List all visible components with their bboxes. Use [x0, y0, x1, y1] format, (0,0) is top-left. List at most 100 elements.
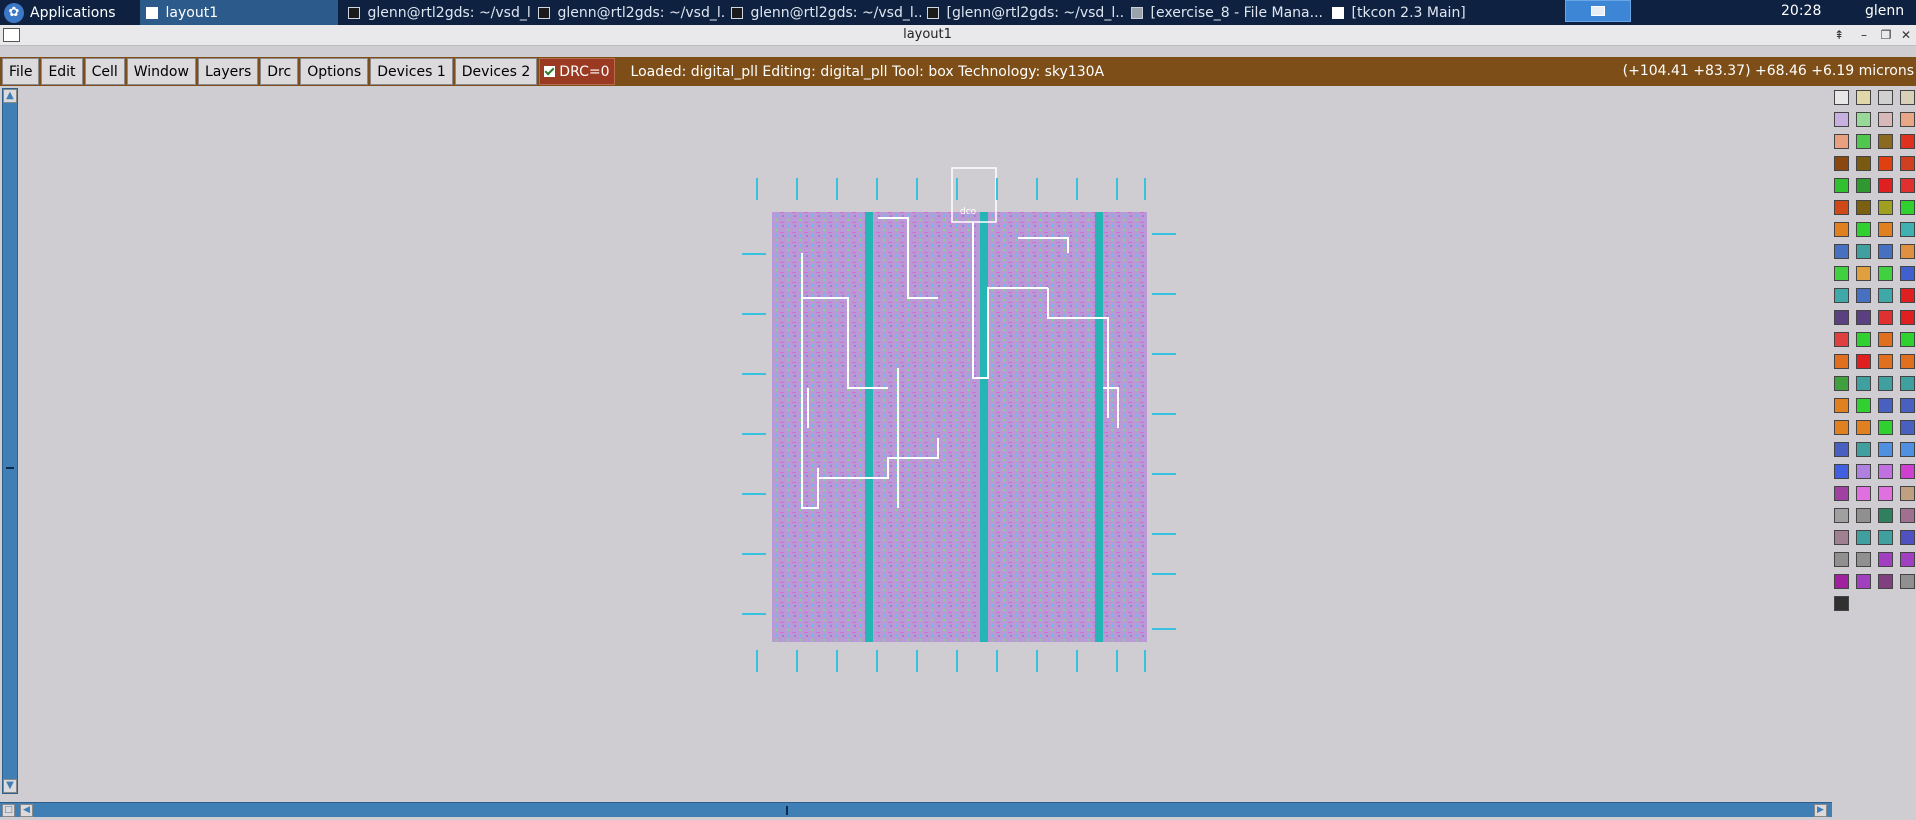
layer-swatch[interactable] [1834, 530, 1849, 545]
scroll-left-icon[interactable]: ◀ [20, 804, 33, 817]
layer-swatch[interactable] [1900, 398, 1915, 413]
layer-swatch[interactable] [1878, 574, 1893, 589]
layer-swatch[interactable] [1834, 178, 1849, 193]
layer-swatch[interactable] [1878, 222, 1893, 237]
task-layout1[interactable]: layout1 [139, 0, 338, 25]
minimize-icon[interactable]: – [1856, 26, 1872, 44]
menu-devices-2[interactable]: Devices 2 [454, 58, 538, 85]
layer-swatch[interactable] [1878, 288, 1893, 303]
layer-swatch[interactable] [1900, 442, 1915, 457]
layer-swatch[interactable] [1834, 266, 1849, 281]
maximize-icon[interactable]: ❐ [1878, 26, 1894, 44]
layer-swatch[interactable] [1878, 178, 1893, 193]
layer-swatch[interactable] [1856, 354, 1871, 369]
layer-swatch[interactable] [1900, 420, 1915, 435]
layer-swatch[interactable] [1878, 200, 1893, 215]
layer-swatch[interactable] [1856, 530, 1871, 545]
layer-swatch[interactable] [1856, 200, 1871, 215]
layer-swatch[interactable] [1900, 112, 1915, 127]
layer-swatch[interactable] [1856, 420, 1871, 435]
layer-swatch[interactable] [1856, 464, 1871, 479]
layer-swatch[interactable] [1856, 508, 1871, 523]
layer-swatch[interactable] [1900, 222, 1915, 237]
layer-swatch[interactable] [1856, 442, 1871, 457]
layer-swatch[interactable] [1878, 508, 1893, 523]
layer-swatch[interactable] [1834, 552, 1849, 567]
layer-swatch[interactable] [1834, 398, 1849, 413]
vertical-scrollbar[interactable]: ▲ ▼ [2, 88, 18, 794]
drc-toggle[interactable]: DRC=0 [539, 58, 615, 85]
layer-swatch[interactable] [1856, 376, 1871, 391]
layer-swatch[interactable] [1900, 288, 1915, 303]
layer-swatch[interactable] [1834, 222, 1849, 237]
layer-swatch[interactable] [1856, 310, 1871, 325]
drc-checkbox[interactable] [544, 66, 556, 77]
layer-swatch[interactable] [1834, 200, 1849, 215]
layer-swatch[interactable] [1900, 354, 1915, 369]
layer-swatch[interactable] [1856, 90, 1871, 105]
layer-swatch[interactable] [1878, 332, 1893, 347]
layer-swatch[interactable] [1856, 574, 1871, 589]
layer-swatch[interactable] [1856, 552, 1871, 567]
layer-swatch[interactable] [1878, 310, 1893, 325]
menu-edit[interactable]: Edit [41, 58, 83, 85]
layer-swatch[interactable] [1834, 310, 1849, 325]
layer-swatch[interactable] [1878, 134, 1893, 149]
workspace-switcher[interactable] [1565, 0, 1631, 22]
layer-swatch[interactable] [1878, 464, 1893, 479]
layer-swatch[interactable] [1856, 288, 1871, 303]
layer-swatch[interactable] [1834, 420, 1849, 435]
layer-swatch[interactable] [1856, 178, 1871, 193]
scroll-right-icon[interactable]: ▶ [1814, 804, 1827, 817]
layer-swatch[interactable] [1878, 376, 1893, 391]
layer-swatch[interactable] [1856, 266, 1871, 281]
layer-swatch[interactable] [1900, 244, 1915, 259]
task-terminal-1[interactable]: glenn@rtl2gds: ~/vsd_l... [342, 0, 532, 25]
menu-options[interactable]: Options [300, 58, 369, 85]
task-tkcon[interactable]: [tkcon 2.3 Main] [1326, 0, 1526, 25]
layer-swatch[interactable] [1834, 244, 1849, 259]
layer-swatch[interactable] [1900, 90, 1915, 105]
layer-swatch[interactable] [1878, 398, 1893, 413]
scroll-up-icon[interactable]: ▲ [3, 89, 17, 103]
layer-swatch[interactable] [1900, 508, 1915, 523]
layer-swatch[interactable] [1856, 222, 1871, 237]
layer-swatch[interactable] [1856, 156, 1871, 171]
layer-swatch[interactable] [1834, 486, 1849, 501]
layer-swatch[interactable] [1900, 486, 1915, 501]
task-file-manager[interactable]: [exercise_8 - File Mana... [1125, 0, 1326, 25]
horizontal-scroll-thumb[interactable] [786, 806, 788, 815]
task-terminal-2[interactable]: glenn@rtl2gds: ~/vsd_l... [532, 0, 725, 25]
layer-swatch[interactable] [1856, 398, 1871, 413]
menu-drc[interactable]: Drc [260, 58, 299, 85]
layer-swatch[interactable] [1834, 156, 1849, 171]
layer-swatch[interactable] [1856, 486, 1871, 501]
layer-swatch[interactable] [1834, 90, 1849, 105]
close-icon[interactable]: ✕ [1898, 26, 1914, 44]
layer-swatch[interactable] [1878, 354, 1893, 369]
layer-swatch[interactable] [1834, 332, 1849, 347]
menu-layers[interactable]: Layers [197, 58, 259, 85]
menu-file[interactable]: File [2, 58, 40, 85]
layer-swatch[interactable] [1856, 244, 1871, 259]
layer-swatch[interactable] [1878, 486, 1893, 501]
layer-swatch[interactable] [1878, 552, 1893, 567]
menu-devices-1[interactable]: Devices 1 [370, 58, 453, 85]
scroll-down-icon[interactable]: ▼ [3, 779, 17, 793]
layer-swatch[interactable] [1834, 574, 1849, 589]
layer-swatch[interactable] [1834, 596, 1849, 611]
menu-cell[interactable]: Cell [84, 58, 125, 85]
menu-window[interactable]: Window [126, 58, 196, 85]
vertical-scroll-thumb[interactable] [6, 467, 14, 469]
layer-swatch[interactable] [1878, 442, 1893, 457]
layer-swatch[interactable] [1834, 442, 1849, 457]
layer-swatch[interactable] [1900, 200, 1915, 215]
applications-menu[interactable]: ✿ Applications [0, 0, 122, 25]
layout-canvas[interactable]: dco [18, 88, 1832, 800]
layer-swatch[interactable] [1834, 508, 1849, 523]
layer-swatch[interactable] [1900, 310, 1915, 325]
layer-swatch[interactable] [1900, 530, 1915, 545]
layer-swatch[interactable] [1900, 574, 1915, 589]
layer-swatch[interactable] [1834, 464, 1849, 479]
layer-swatch[interactable] [1856, 332, 1871, 347]
